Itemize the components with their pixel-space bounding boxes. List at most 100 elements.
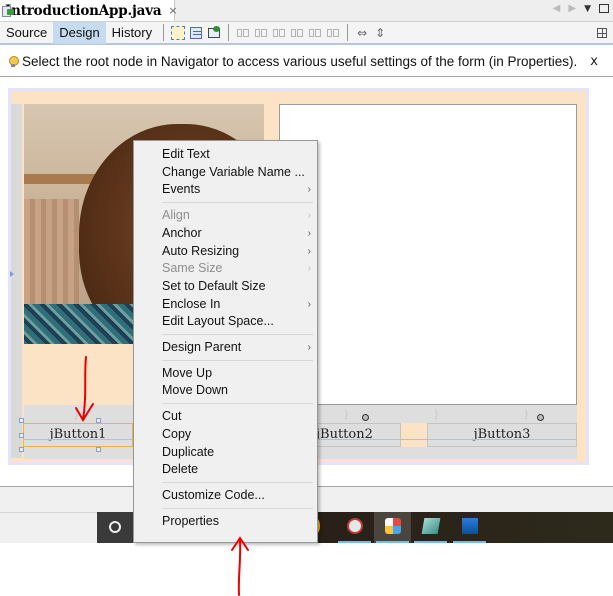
expand-toolbar-icon[interactable] bbox=[597, 27, 607, 38]
align-left-icon[interactable] bbox=[236, 26, 250, 40]
jbutton3[interactable]: jButton3 bbox=[427, 423, 577, 447]
context-menu: Edit Text Change Variable Name ... Events ›… bbox=[133, 140, 318, 543]
hint-bar: Select the root node in Navigator to acc… bbox=[0, 47, 613, 77]
menu-item-label: Auto Resizing bbox=[162, 243, 240, 258]
lightbulb-icon bbox=[9, 56, 19, 67]
menu-item-change-variable-name[interactable]: Change Variable Name ... bbox=[162, 164, 313, 181]
layout-gap bbox=[401, 423, 427, 447]
taskbar-app-netbeans[interactable] bbox=[374, 512, 411, 543]
center-vertical-icon[interactable] bbox=[326, 26, 340, 40]
menu-item-label: Delete bbox=[162, 462, 199, 477]
maximize-window-icon[interactable] bbox=[599, 4, 609, 13]
anchor-point-icon bbox=[537, 414, 544, 421]
change-vertical-resizability-icon[interactable]: ⇕ bbox=[373, 26, 387, 40]
menu-item-label: Anchor bbox=[162, 225, 202, 240]
menu-item-anchor[interactable]: Anchor › bbox=[162, 225, 313, 242]
menu-item-label: Change Variable Name ... bbox=[162, 164, 305, 179]
menu-item-label: Events bbox=[162, 182, 201, 197]
cortana-button[interactable] bbox=[97, 512, 134, 543]
taskbar-app-photos[interactable] bbox=[451, 512, 488, 543]
jbutton1[interactable]: jButton1 bbox=[23, 423, 133, 447]
menu-item-label: Edit Text bbox=[162, 147, 210, 161]
submenu-chevron-icon: › bbox=[307, 263, 311, 275]
menu-item-edit-layout-space[interactable]: Edit Layout Space... bbox=[162, 313, 313, 330]
menu-item-move-down[interactable]: Move Down bbox=[162, 382, 313, 399]
netbeans-icon bbox=[385, 518, 401, 534]
gap-indicator-icon: ⟩ bbox=[344, 407, 349, 421]
selection-mode-icon[interactable] bbox=[171, 25, 186, 40]
menu-item-label: Align bbox=[162, 208, 190, 223]
tab-navigation: ◀ ▶ ▼ bbox=[553, 3, 609, 14]
align-bottom-icon[interactable] bbox=[308, 26, 322, 40]
close-hint-button[interactable]: x bbox=[590, 54, 598, 69]
menu-item-label: Move Up bbox=[162, 365, 213, 380]
menu-item-label: Properties bbox=[162, 513, 219, 528]
menu-item-delete[interactable]: Delete bbox=[162, 461, 313, 478]
resize-handle[interactable] bbox=[96, 418, 101, 423]
taskbar-app-sticky-notes[interactable] bbox=[412, 512, 449, 543]
tab-design[interactable]: Design bbox=[53, 21, 106, 44]
menu-separator bbox=[162, 334, 313, 335]
gap-indicator-icon: ⟩ bbox=[74, 407, 79, 421]
scroll-tabs-left-icon[interactable]: ◀ bbox=[553, 3, 561, 14]
align-top-icon[interactable] bbox=[290, 26, 304, 40]
snipping-tool-icon bbox=[347, 518, 363, 534]
menu-item-customize-code[interactable]: Customize Code... bbox=[162, 487, 313, 504]
submenu-chevron-icon: › bbox=[307, 184, 311, 196]
menu-separator bbox=[162, 359, 313, 361]
menu-item-label: Duplicate bbox=[162, 444, 215, 459]
connection-mode-icon[interactable] bbox=[189, 26, 203, 40]
menu-separator bbox=[162, 507, 313, 509]
menu-separator bbox=[162, 481, 313, 483]
menu-item-label: Same Size bbox=[162, 261, 223, 276]
text-area-component[interactable] bbox=[279, 104, 577, 405]
menu-item-move-up[interactable]: Move Up bbox=[162, 365, 313, 382]
submenu-chevron-icon: › bbox=[307, 245, 311, 257]
annotation-arrow-properties bbox=[231, 536, 249, 596]
cortana-icon bbox=[109, 521, 121, 533]
resize-handle[interactable] bbox=[96, 447, 101, 452]
submenu-chevron-icon: › bbox=[307, 298, 311, 310]
hint-text: Select the root node in Navigator to acc… bbox=[22, 54, 578, 69]
menu-item-events[interactable]: Events › bbox=[162, 181, 313, 198]
file-tab[interactable]: IntroductionApp.java × bbox=[0, 0, 178, 21]
align-right-icon[interactable] bbox=[254, 26, 268, 40]
center-horizontal-icon[interactable] bbox=[272, 26, 286, 40]
change-horizontal-resizability-icon[interactable]: ⇔ bbox=[355, 26, 369, 40]
menu-item-label: Customize Code... bbox=[162, 487, 265, 502]
menu-item-auto-resizing[interactable]: Auto Resizing › bbox=[162, 243, 313, 260]
resize-handle[interactable] bbox=[19, 433, 24, 438]
menu-item-copy[interactable]: Copy bbox=[162, 426, 313, 443]
menu-item-enclose-in[interactable]: Enclose In › bbox=[162, 296, 313, 313]
menu-item-label: Set to Default Size bbox=[162, 278, 266, 293]
show-opened-documents-icon[interactable]: ▼ bbox=[584, 4, 591, 14]
submenu-chevron-icon: › bbox=[307, 227, 311, 239]
menu-item-duplicate[interactable]: Duplicate bbox=[162, 444, 313, 461]
sticky-notes-icon bbox=[421, 518, 441, 534]
layout-gap-strip bbox=[11, 104, 22, 458]
photos-icon bbox=[462, 518, 478, 534]
taskbar-search-area[interactable] bbox=[0, 512, 97, 543]
preview-design-icon[interactable] bbox=[207, 25, 221, 40]
resize-handle[interactable] bbox=[19, 418, 24, 423]
tab-history[interactable]: History bbox=[106, 22, 158, 44]
menu-item-same-size: Same Size › bbox=[162, 260, 313, 277]
menu-item-label: Copy bbox=[162, 426, 192, 441]
menu-item-cut[interactable]: Cut bbox=[162, 408, 313, 425]
resize-handle[interactable] bbox=[19, 447, 24, 452]
scroll-tabs-right-icon[interactable]: ▶ bbox=[568, 3, 576, 14]
taskbar-app-snipping-tool[interactable] bbox=[336, 512, 373, 543]
menu-item-label: Design Parent bbox=[162, 340, 242, 354]
menu-separator bbox=[162, 202, 313, 204]
submenu-chevron-icon: › bbox=[307, 210, 311, 222]
menu-item-edit-text[interactable]: Edit Text bbox=[162, 146, 313, 163]
tab-source[interactable]: Source bbox=[0, 22, 53, 44]
anchor-indicator-icon bbox=[10, 271, 14, 277]
menu-item-align: Align › bbox=[162, 207, 313, 224]
close-tab-icon[interactable]: × bbox=[168, 4, 177, 17]
menu-item-set-to-default-size[interactable]: Set to Default Size bbox=[162, 278, 313, 295]
menu-item-label: Move Down bbox=[162, 383, 228, 398]
menu-item-design-parent[interactable]: Design Parent › bbox=[162, 339, 313, 356]
toolbar-separator bbox=[347, 24, 349, 41]
menu-item-properties[interactable]: Properties bbox=[162, 513, 313, 530]
